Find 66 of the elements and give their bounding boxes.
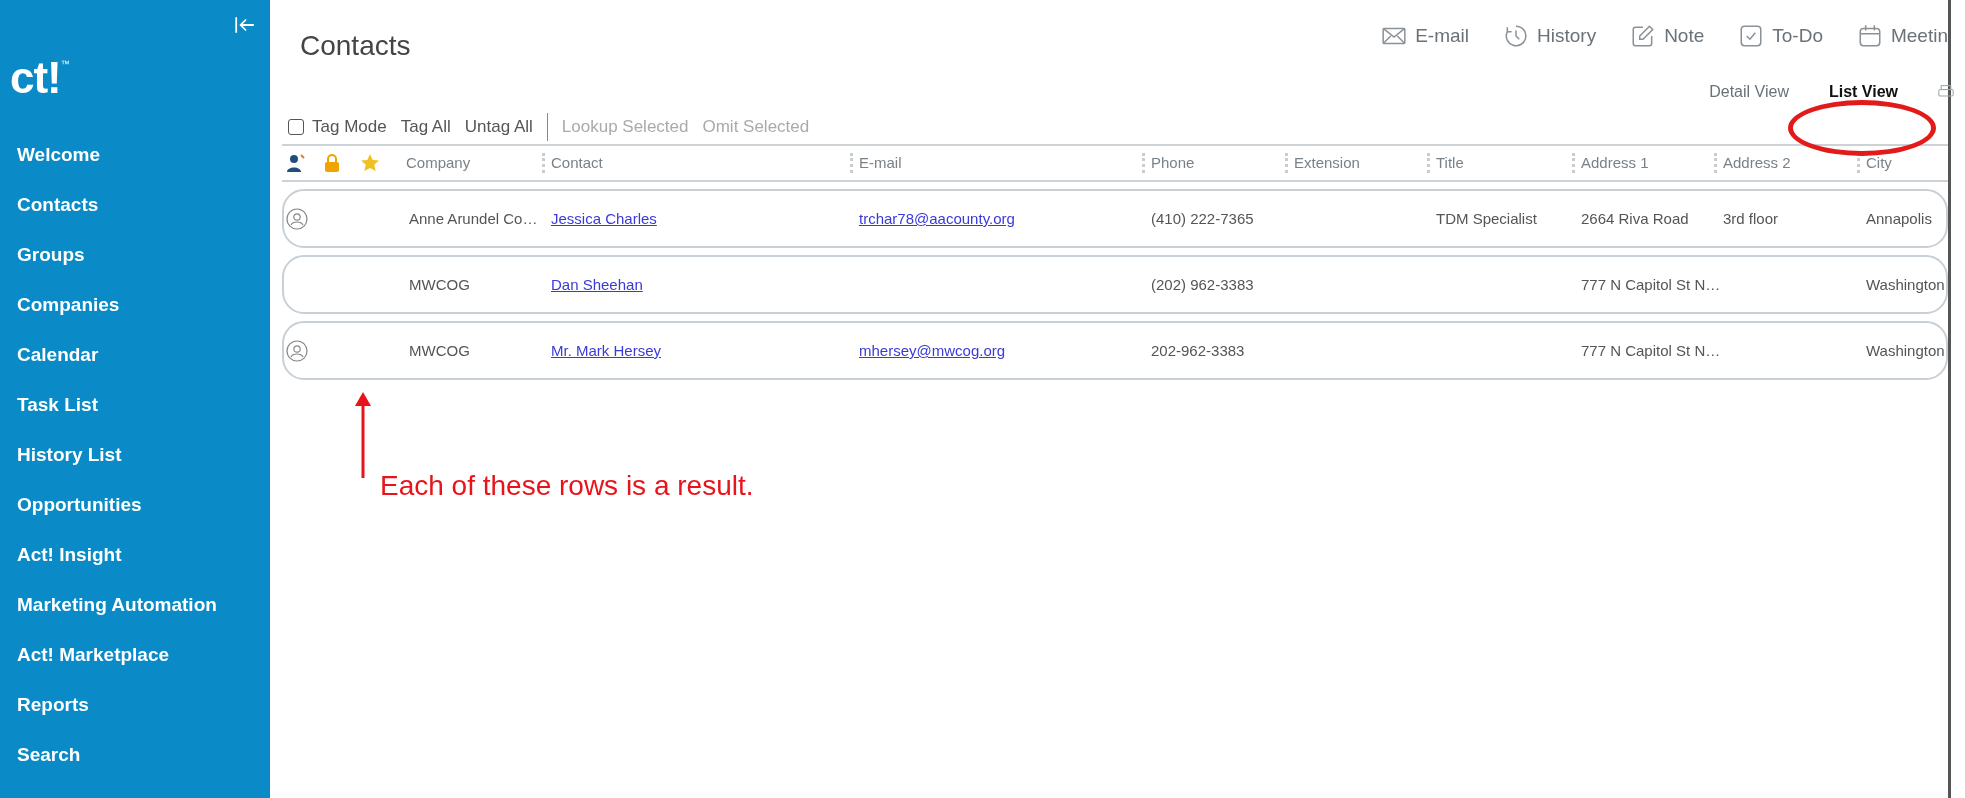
tag-command[interactable]: Tag All: [400, 117, 451, 137]
view-tab[interactable]: List View: [1828, 83, 1898, 101]
address-cell: 2664 Riva Road: [1581, 210, 1689, 227]
company-cell: MWCOG: [409, 276, 470, 293]
contact-link[interactable]: Dan Sheehan: [551, 276, 643, 293]
tag-mode-label: Tag Mode: [312, 117, 387, 137]
collapse-icon[interactable]: [234, 16, 256, 34]
nav-item[interactable]: Task List: [17, 392, 270, 442]
contact-link[interactable]: Mr. Mark Hersey: [551, 342, 661, 359]
meeting-action[interactable]: Meetin: [1856, 23, 1948, 49]
address-cell: 3rd floor: [1723, 210, 1779, 227]
company-cell: Anne Arundel Co…: [409, 210, 538, 227]
nav-item[interactable]: Welcome: [17, 142, 270, 192]
address-cell: 777 N Capitol St N…: [1581, 276, 1721, 293]
column-header[interactable]: Address 1: [1572, 153, 1714, 173]
phone-cell: 202-962-3383: [1151, 342, 1245, 359]
phone-cell: (202) 962-3383: [1151, 276, 1254, 293]
nav-item[interactable]: Reports: [17, 692, 270, 742]
column-header[interactable]: Address 2: [1714, 153, 1857, 173]
nav-item[interactable]: Search: [17, 742, 270, 792]
nav-item[interactable]: Act! Insight: [17, 542, 270, 592]
lock-icon: [322, 153, 342, 173]
page-title: Contacts: [300, 30, 411, 62]
annotation-text: Each of these rows is a result.: [380, 470, 754, 502]
result-row[interactable]: Anne Arundel Co… Jessica Charles trchar78@aacounty.org (410) 222-7365 TDM Specialist 2664 Riva Road 3rd floor Annapolis: [282, 189, 1948, 248]
city-cell: Washington: [1866, 276, 1945, 293]
email-action[interactable]: E-mail: [1381, 23, 1469, 49]
checkbox-icon: [1738, 23, 1765, 49]
tag-mode-checkbox[interactable]: [288, 119, 304, 135]
column-header[interactable]: Title: [1427, 153, 1572, 173]
calendar-icon: [1856, 23, 1883, 49]
city-cell: Washington: [1866, 342, 1945, 359]
column-header[interactable]: City: [1857, 153, 1948, 173]
email-link[interactable]: trchar78@aacounty.org: [859, 210, 1015, 227]
column-header[interactable]: Extension: [1285, 153, 1427, 173]
clock-icon: [1503, 23, 1529, 49]
column-header[interactable]: Company: [400, 153, 542, 173]
city-cell: Annapolis: [1866, 210, 1932, 227]
nav-item[interactable]: Companies: [17, 292, 270, 342]
email-link[interactable]: mhersey@mwcog.org: [859, 342, 1006, 359]
todo-action[interactable]: To-Do: [1738, 23, 1823, 49]
nav-item[interactable]: Calendar: [17, 342, 270, 392]
nav-item[interactable]: Contacts: [17, 192, 270, 242]
nav-item[interactable]: Groups: [17, 242, 270, 292]
result-row[interactable]: MWCOG Dan Sheehan (202) 962-3383 777 N Capitol St N… Washington: [282, 255, 1948, 314]
column-header[interactable]: Contact: [542, 153, 850, 173]
note-action[interactable]: Note: [1630, 23, 1705, 49]
company-cell: MWCOG: [409, 342, 470, 359]
tag-command[interactable]: Untag All: [464, 117, 533, 137]
address-cell: 777 N Capitol St N…: [1581, 342, 1721, 359]
contact-link[interactable]: Jessica Charles: [551, 210, 657, 227]
nav-item[interactable]: Opportunities: [17, 492, 270, 542]
column-header[interactable]: Phone: [1142, 153, 1285, 173]
star-icon: [360, 153, 380, 173]
logo: ct!$^{™}$: [9, 52, 70, 100]
result-row[interactable]: MWCOG Mr. Mark Hersey mhersey@mwcog.org 202-962-3383 777 N Capitol St N… Washington: [282, 321, 1948, 380]
nav-item[interactable]: History List: [17, 442, 270, 492]
person-icon: [286, 153, 306, 173]
pencil-icon: [1630, 23, 1657, 49]
view-tab[interactable]: Detail View: [1709, 83, 1789, 101]
history-action[interactable]: History: [1503, 23, 1597, 49]
title-cell: TDM Specialist: [1436, 210, 1537, 227]
nav-item[interactable]: Act! Marketplace: [17, 642, 270, 692]
nav-item[interactable]: Marketing Automation: [17, 592, 270, 642]
column-header[interactable]: E-mail: [850, 153, 1142, 173]
phone-cell: (410) 222-7365: [1151, 210, 1254, 227]
